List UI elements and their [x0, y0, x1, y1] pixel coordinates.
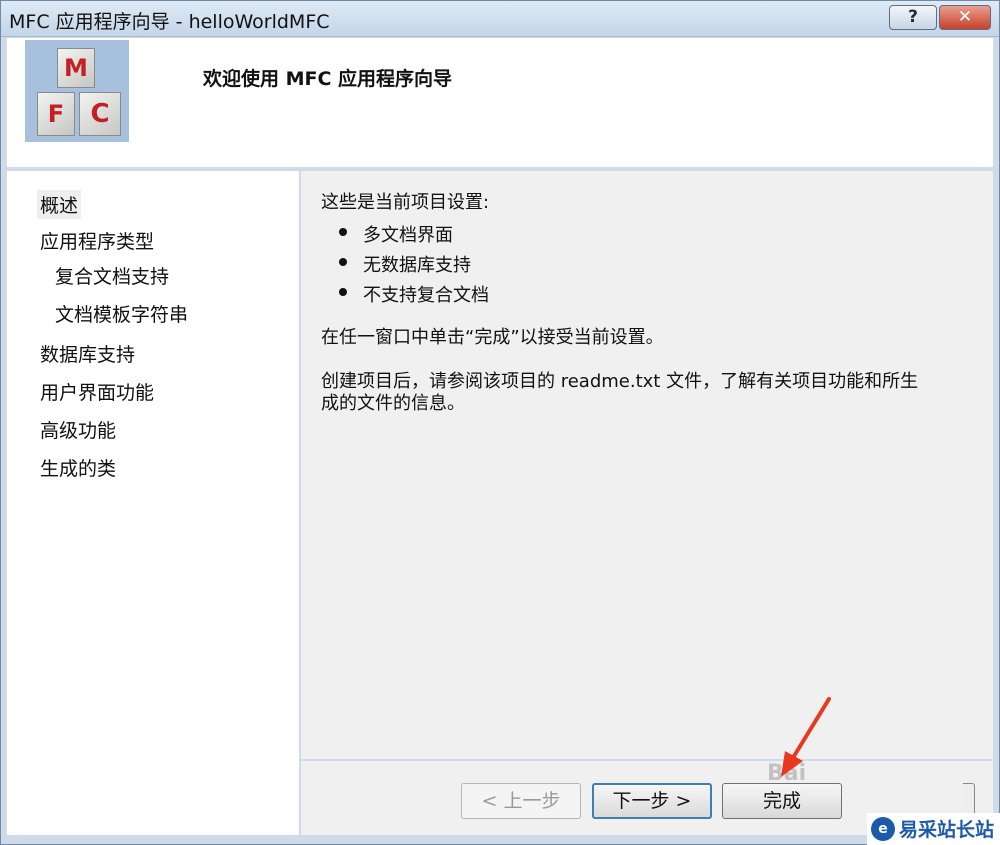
nav-item-compound-document[interactable]: 复合文档支持 [55, 262, 169, 289]
nav-item-ui-features[interactable]: 用户界面功能 [40, 378, 154, 405]
close-icon: ✕ [957, 7, 973, 27]
logo-cube-m: M [57, 48, 95, 88]
site-logo-icon: e [871, 817, 895, 841]
next-button[interactable]: 下一步 > [592, 783, 712, 819]
close-button[interactable]: ✕ [939, 5, 991, 30]
bullet-icon [339, 288, 347, 296]
back-button[interactable]: < 上一步 [461, 783, 581, 819]
wizard-nav: 概述 应用程序类型 复合文档支持 文档模板字符串 数据库支持 用户界面功能 高级… [7, 171, 299, 835]
site-badge-text: 易采站长站 [899, 819, 995, 841]
bullet-icon [339, 228, 347, 236]
wizard-window: MFC 应用程序向导 - helloWorldMFC ? ✕ M F C 欢迎使… [0, 0, 1000, 845]
setting-item: 无数据库支持 [363, 255, 471, 276]
overview-panel: 这些是当前项目设置: 多文档界面 无数据库支持 不支持复合文档 在任一窗口中单击… [301, 171, 993, 759]
setting-item: 不支持复合文档 [363, 285, 489, 306]
help-button[interactable]: ? [889, 5, 937, 30]
nav-item-generated-classes[interactable]: 生成的类 [40, 454, 116, 481]
nav-item-advanced-features[interactable]: 高级功能 [40, 416, 116, 443]
annotation-arrow-icon [781, 697, 831, 777]
nav-item-overview[interactable]: 概述 [37, 190, 82, 219]
help-icon: ? [908, 7, 918, 27]
finish-button[interactable]: 完成 [722, 783, 842, 819]
mfc-logo: M F C [25, 40, 129, 142]
wizard-header: M F C 欢迎使用 MFC 应用程序向导 [7, 38, 993, 167]
title-bar[interactable]: MFC 应用程序向导 - helloWorldMFC ? ✕ [1, 1, 999, 37]
setting-item: 多文档界面 [363, 225, 453, 246]
site-badge: e 易采站长站 [867, 813, 1000, 845]
logo-cube-c: C [79, 92, 121, 136]
readme-note-line: 成的文件的信息。 [321, 393, 465, 414]
bullet-icon [339, 258, 347, 266]
nav-item-doc-template-strings[interactable]: 文档模板字符串 [55, 300, 188, 327]
nav-item-application-type[interactable]: 应用程序类型 [40, 227, 154, 254]
window-title: MFC 应用程序向导 - helloWorldMFC [9, 11, 330, 33]
wizard-title: 欢迎使用 MFC 应用程序向导 [203, 68, 453, 90]
nav-item-database-support[interactable]: 数据库支持 [40, 340, 135, 367]
finish-instruction: 在任一窗口中单击“完成”以接受当前设置。 [321, 327, 664, 348]
logo-cube-f: F [37, 92, 75, 136]
settings-intro: 这些是当前项目设置: [321, 192, 490, 213]
